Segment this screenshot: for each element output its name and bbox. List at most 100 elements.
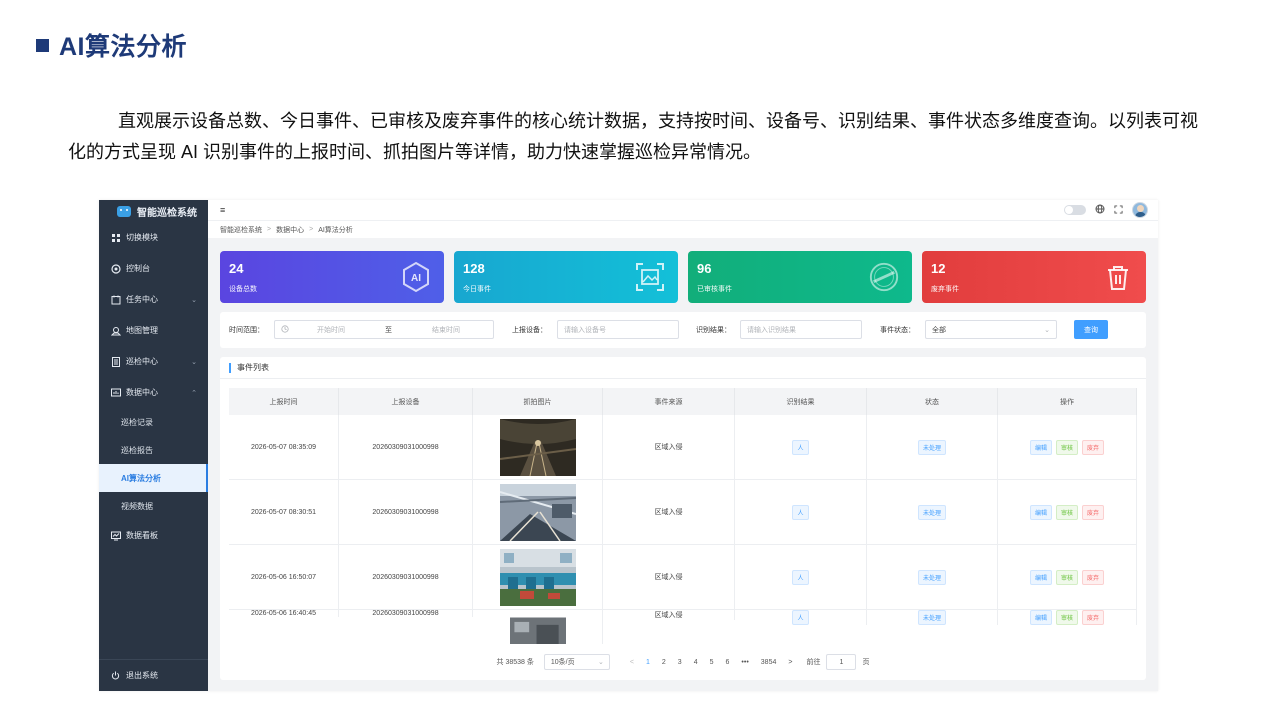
result-input[interactable]: 请输入识别结果 bbox=[740, 320, 862, 339]
page-button[interactable]: 3854 bbox=[761, 659, 777, 666]
page-button[interactable]: 2 bbox=[662, 659, 666, 666]
discard-button[interactable]: 废弃 bbox=[1082, 439, 1105, 455]
review-button[interactable]: 审核 bbox=[1055, 610, 1078, 625]
avatar[interactable] bbox=[1132, 202, 1148, 218]
time-range-label: 时间范围： bbox=[229, 327, 264, 334]
breadcrumb-item[interactable]: 数据中心 bbox=[276, 225, 304, 235]
sidebar-item-map[interactable]: 地图管理 bbox=[99, 315, 208, 346]
cell-result: 人 bbox=[735, 545, 867, 609]
cell-device: 20260309031000998 bbox=[339, 545, 473, 609]
goto-page-input[interactable]: 1 bbox=[826, 654, 857, 670]
edit-button[interactable]: 编辑 bbox=[1029, 439, 1052, 455]
sidebar-item-label: 数据看板 bbox=[126, 531, 158, 540]
panel-title: 事件列表 bbox=[237, 363, 269, 372]
app-name: 智能巡检系统 bbox=[137, 207, 197, 219]
sidebar-subitem-video-data[interactable]: 视频数据 bbox=[99, 492, 208, 520]
column-header: 识别结果 bbox=[735, 388, 867, 415]
column-header: 事件来源 bbox=[603, 388, 735, 415]
page-size-value: 10条/页 bbox=[550, 659, 575, 666]
page-button[interactable]: 4 bbox=[694, 659, 698, 666]
sidebar-item-task-center[interactable]: 任务中心 ⌄ bbox=[99, 284, 208, 315]
table-header: 上报时间 上报设备 抓拍图片 事件来源 识别结果 状态 操作 bbox=[229, 388, 1137, 415]
slide-description-text: 直观展示设备总数、今日事件、已审核及废弃事件的核心统计数据，支持按时间、设备号、… bbox=[68, 111, 1198, 162]
svg-text:AI: AI bbox=[411, 273, 421, 284]
logout-button[interactable]: 退出系统 bbox=[99, 659, 208, 691]
cell-source: 区域入侵 bbox=[603, 415, 735, 479]
title-square-icon bbox=[36, 38, 49, 52]
snapshot-image[interactable] bbox=[499, 418, 576, 476]
globe-icon[interactable] bbox=[1095, 204, 1105, 216]
sidebar: 智能巡检系统 切换模块 控制台 任务中心 ⌄ 地图管理 巡检中心 ⌄ 数据中心 … bbox=[99, 200, 208, 691]
app-window: 智能巡检系统 切换模块 控制台 任务中心 ⌄ 地图管理 巡检中心 ⌄ 数据中心 … bbox=[99, 200, 1158, 691]
page-button[interactable]: 1 bbox=[646, 659, 650, 666]
breadcrumb-item[interactable]: 智能巡检系统 bbox=[220, 225, 262, 235]
robot-icon bbox=[117, 205, 131, 217]
stat-card-discarded: 12 废弃事件 bbox=[922, 251, 1146, 303]
status-badge: 未处理 bbox=[917, 569, 946, 585]
cell-actions: 编辑 审核 废弃 bbox=[998, 415, 1137, 479]
cell-device: 20260309031000998 bbox=[339, 415, 473, 479]
device-input[interactable]: 请输入设备号 bbox=[557, 320, 679, 339]
edit-button[interactable]: 编辑 bbox=[1029, 504, 1052, 520]
discard-button[interactable]: 废弃 bbox=[1082, 569, 1105, 585]
status-badge: 未处理 bbox=[917, 610, 946, 625]
cell-time: 2026-05-06 16:50:07 bbox=[229, 545, 339, 609]
review-button[interactable]: 审核 bbox=[1055, 504, 1078, 520]
topbar: ≡ bbox=[208, 200, 1158, 220]
snapshot-image[interactable] bbox=[499, 483, 576, 541]
discard-button[interactable]: 废弃 bbox=[1082, 610, 1105, 625]
snapshot-image[interactable] bbox=[509, 610, 566, 644]
event-table: 上报时间 上报设备 抓拍图片 事件来源 识别结果 状态 操作 2026-05-0… bbox=[229, 388, 1137, 644]
result-tag: 人 bbox=[792, 439, 809, 455]
edit-button[interactable]: 编辑 bbox=[1029, 610, 1052, 625]
snapshot-image[interactable] bbox=[499, 548, 576, 606]
sidebar-subitem-ai-analysis[interactable]: AI算法分析 bbox=[99, 464, 208, 492]
status-label: 事件状态： bbox=[880, 327, 915, 334]
more-pages-icon[interactable]: ••• bbox=[741, 659, 748, 666]
page-button[interactable]: 5 bbox=[710, 659, 714, 666]
status-badge: 未处理 bbox=[917, 504, 946, 520]
device-label: 上报设备： bbox=[512, 327, 547, 334]
result-label: 识别结果： bbox=[696, 327, 731, 334]
time-range-picker[interactable]: 开始时间 至 结束时间 bbox=[274, 320, 494, 339]
sidebar-item-data-center[interactable]: 数据中心 ⌃ bbox=[99, 377, 208, 408]
breadcrumb-separator-icon: > bbox=[309, 226, 314, 233]
sidebar-item-switch-module[interactable]: 切换模块 bbox=[99, 222, 208, 253]
trash-icon bbox=[1102, 261, 1134, 293]
query-button[interactable]: 查询 bbox=[1074, 320, 1108, 339]
cell-image bbox=[473, 480, 603, 544]
sidebar-item-inspection[interactable]: 巡检中心 ⌄ bbox=[99, 346, 208, 377]
data-icon bbox=[111, 388, 121, 398]
page-button[interactable]: 6 bbox=[726, 659, 730, 666]
result-tag: 人 bbox=[792, 504, 809, 520]
column-header: 操作 bbox=[998, 388, 1137, 415]
review-button[interactable]: 审核 bbox=[1055, 439, 1078, 455]
sidebar-item-label: 任务中心 bbox=[126, 295, 158, 304]
sidebar-subitem-inspection-records[interactable]: 巡检记录 bbox=[99, 408, 208, 436]
status-select[interactable]: 全部 ⌄ bbox=[925, 320, 1057, 339]
slide-title-text: AI算法分析 bbox=[59, 33, 188, 61]
menu-toggle-icon[interactable]: ≡ bbox=[220, 205, 225, 215]
end-time-input[interactable]: 结束时间 bbox=[432, 325, 460, 335]
sidebar-item-dashboard[interactable]: 数据看板 bbox=[99, 520, 208, 551]
edit-button[interactable]: 编辑 bbox=[1029, 569, 1052, 585]
discard-button[interactable]: 废弃 bbox=[1082, 504, 1105, 520]
cell-device: 20260309031000998 bbox=[339, 610, 473, 617]
monitor-icon bbox=[111, 531, 121, 541]
next-page-icon[interactable]: > bbox=[788, 659, 792, 666]
cell-status: 未处理 bbox=[867, 480, 998, 544]
table-row: 2026-05-07 08:35:09 20260309031000998 区域… bbox=[229, 415, 1137, 480]
theme-toggle[interactable] bbox=[1064, 205, 1086, 215]
review-button[interactable]: 审核 bbox=[1055, 569, 1078, 585]
sidebar-subitem-inspection-report[interactable]: 巡检报告 bbox=[99, 436, 208, 464]
prev-page-icon[interactable]: < bbox=[630, 659, 634, 666]
cell-image bbox=[473, 545, 603, 609]
page-button[interactable]: 3 bbox=[678, 659, 682, 666]
stat-card-devices: 24 设备总数 AI bbox=[220, 251, 444, 303]
start-time-input[interactable]: 开始时间 bbox=[317, 325, 345, 335]
fullscreen-icon[interactable] bbox=[1114, 204, 1123, 216]
topbar-actions bbox=[1064, 202, 1148, 218]
page-size-select[interactable]: 10条/页 ⌄ bbox=[543, 654, 610, 670]
power-icon bbox=[111, 670, 121, 681]
sidebar-item-console[interactable]: 控制台 bbox=[99, 253, 208, 284]
